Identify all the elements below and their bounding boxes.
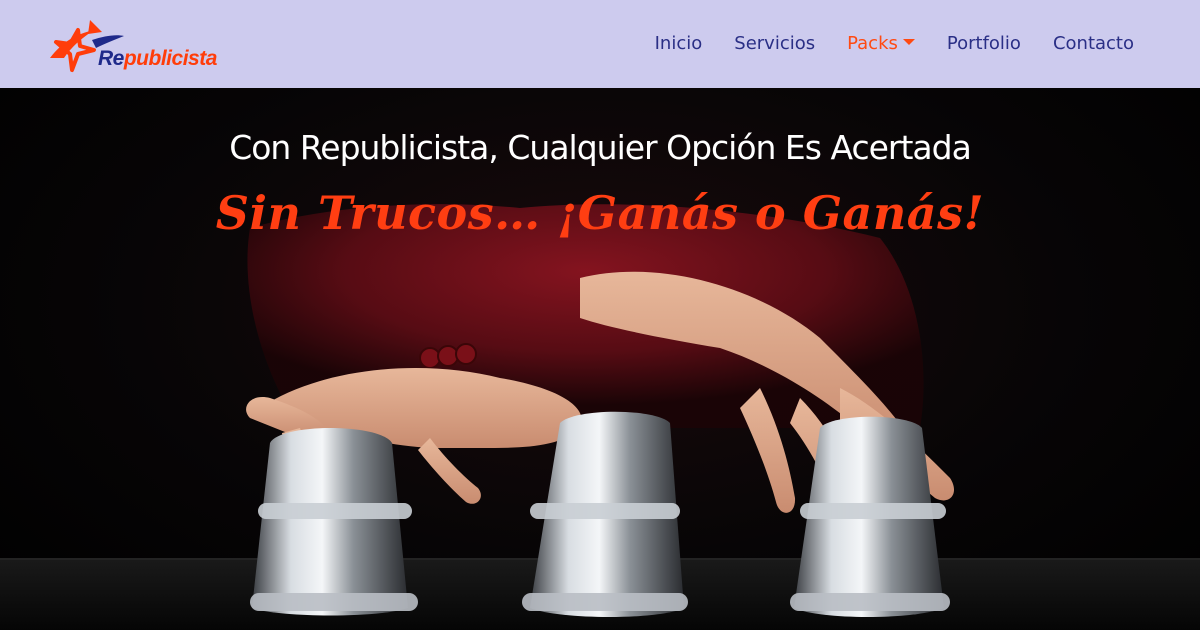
hero-title: Con Republicista, Cualquier Opción Es Ac… — [229, 128, 972, 167]
brand-name-prefix: Re — [98, 47, 124, 70]
navbar: Republicista Inicio Servicios Packs Port… — [0, 0, 1200, 88]
hero-image — [0, 204, 1200, 630]
nav-item-inicio[interactable]: Inicio — [655, 33, 703, 55]
hero-slogan: Sin Trucos… ¡Ganás o Ganás! — [215, 186, 985, 240]
nav-item-portfolio[interactable]: Portfolio — [947, 33, 1021, 55]
nav-item-servicios[interactable]: Servicios — [734, 33, 815, 55]
brand-name-rest: publicista — [123, 47, 218, 70]
brand-logo[interactable]: Republicista — [42, 12, 252, 76]
nav-item-packs-label: Packs — [847, 33, 898, 54]
nav-item-contacto[interactable]: Contacto — [1053, 33, 1134, 55]
nav-item-packs[interactable]: Packs — [847, 33, 915, 55]
hero-banner: Con Republicista, Cualquier Opción Es Ac… — [0, 88, 1200, 630]
brand-name: Republicista — [98, 47, 217, 71]
caret-down-icon — [902, 39, 915, 45]
main-nav: Inicio Servicios Packs Portfolio Contact… — [655, 33, 1134, 55]
